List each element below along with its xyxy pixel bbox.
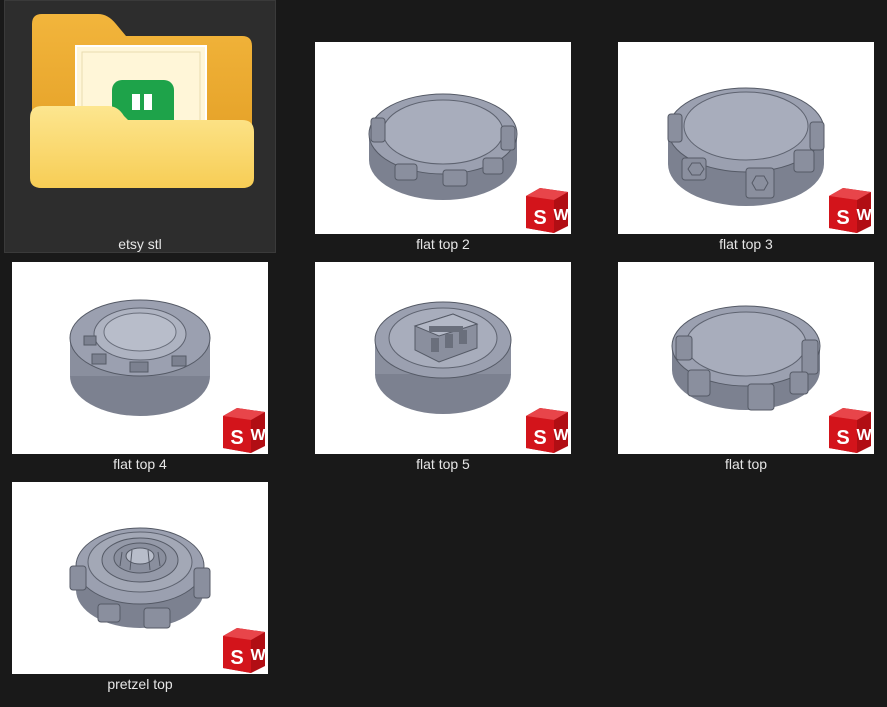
svg-text:W: W — [856, 207, 872, 224]
svg-text:W: W — [856, 427, 872, 444]
svg-text:W: W — [250, 427, 266, 444]
svg-text:S: S — [230, 647, 243, 669]
file-thumbnail: S W — [315, 262, 571, 454]
svg-text:S: S — [533, 207, 546, 229]
svg-text:W: W — [553, 207, 569, 224]
solidworks-icon: S W — [526, 188, 569, 233]
solidworks-icon: S W — [223, 628, 266, 673]
file-thumbnail: S W — [315, 42, 571, 234]
svg-text:S: S — [230, 427, 243, 449]
file-thumbnail: S W — [12, 482, 268, 674]
file-name: flat top 2 — [416, 236, 470, 252]
solidworks-icon: S W — [526, 408, 569, 453]
file-item-flat-top[interactable]: S W flat top — [618, 262, 874, 478]
file-thumbnail: S W — [618, 262, 874, 454]
svg-text:S: S — [533, 427, 546, 449]
file-name: flat top 4 — [113, 456, 167, 472]
file-item-flat-top-3[interactable]: S W flat top 3 — [618, 42, 874, 258]
svg-text:S: S — [836, 207, 849, 229]
file-item-etsy-stl[interactable]: etsy stl — [4, 0, 276, 258]
solidworks-icon: S W — [223, 408, 266, 453]
file-thumbnail: S W — [12, 262, 268, 454]
file-item-pretzel-top[interactable]: S W pretzel top — [12, 482, 268, 698]
file-name: pretzel top — [107, 676, 173, 692]
file-item-flat-top-2[interactable]: S W flat top 2 — [315, 42, 571, 258]
file-name: flat top — [724, 456, 768, 472]
file-thumbnail: S W — [618, 42, 874, 234]
file-item-flat-top-5[interactable]: S W flat top 5 — [315, 262, 571, 478]
file-name: flat top 3 — [719, 236, 773, 252]
folder-icon — [30, 14, 254, 188]
solidworks-icon: S W — [829, 408, 872, 453]
svg-text:W: W — [250, 647, 266, 664]
solidworks-icon: S W — [829, 188, 872, 233]
svg-text:W: W — [553, 427, 569, 444]
svg-text:S: S — [836, 427, 849, 449]
file-name: flat top 5 — [416, 456, 470, 472]
file-item-flat-top-4[interactable]: S W flat top 4 — [12, 262, 268, 478]
file-name: etsy stl — [118, 236, 162, 252]
